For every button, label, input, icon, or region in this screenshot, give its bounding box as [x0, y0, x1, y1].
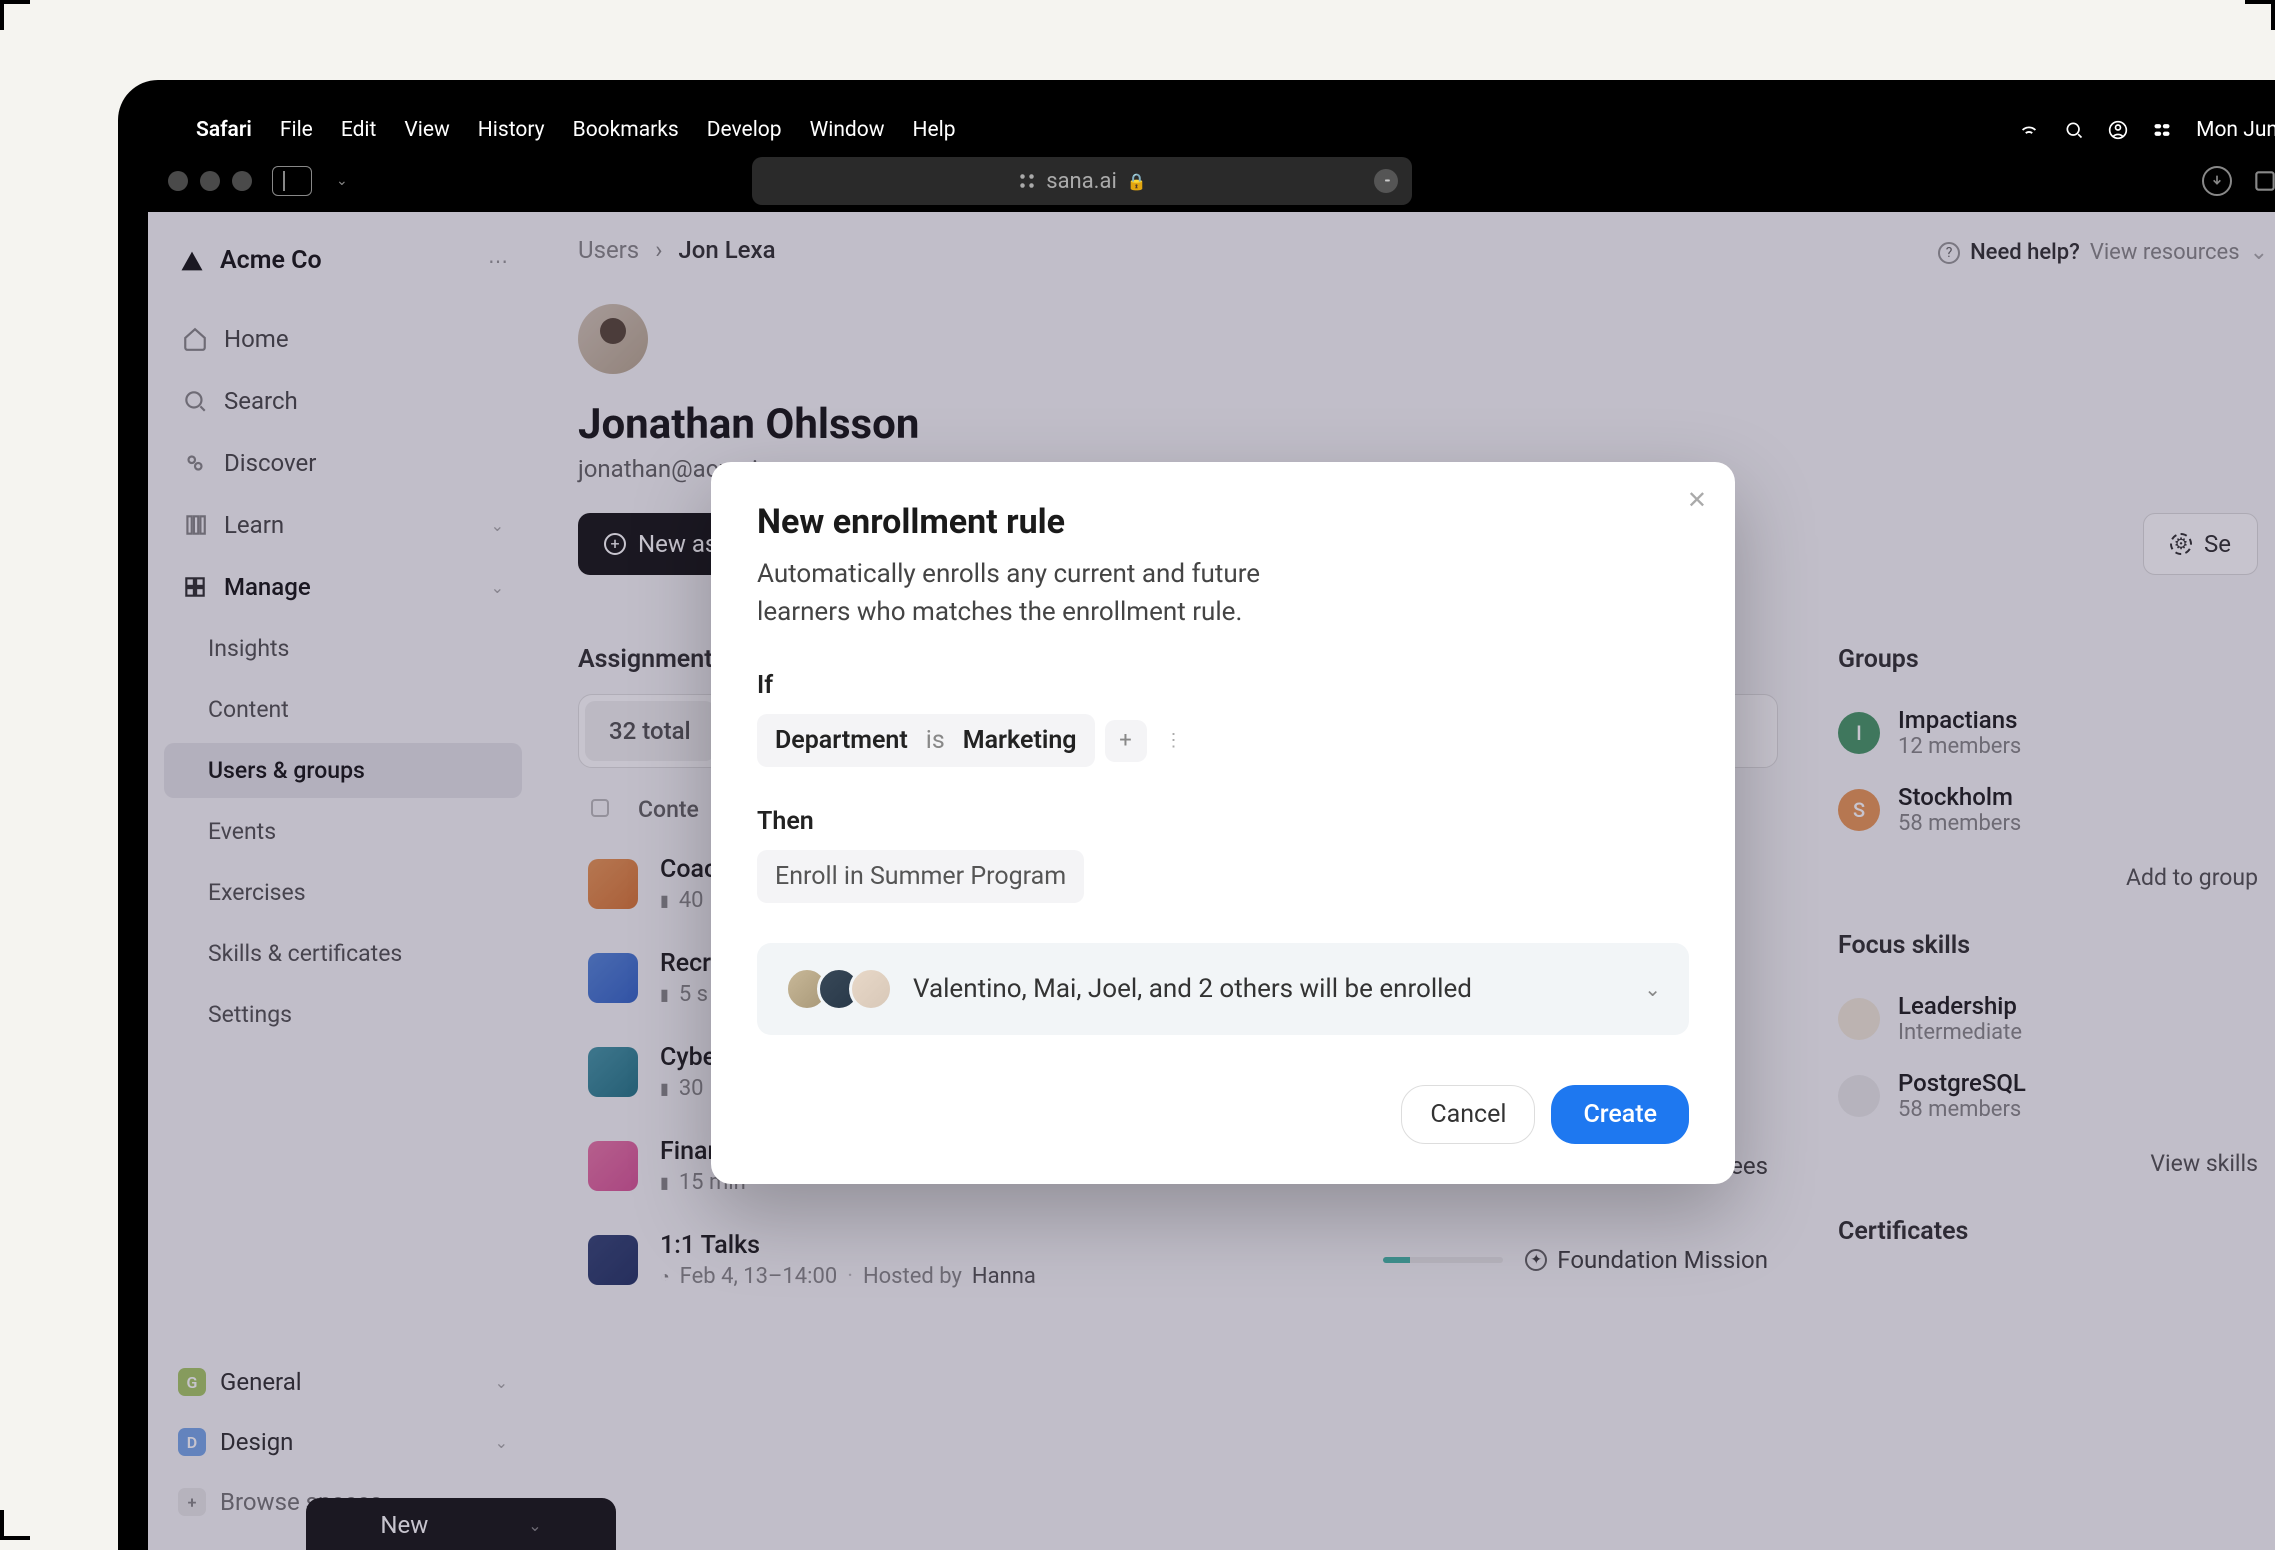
app-viewport: Acme Co ⋯ Home Search Discover [148, 212, 2275, 1550]
page-menu-icon[interactable]: ••• [1374, 169, 1398, 193]
menubar-develop[interactable]: Develop [707, 118, 782, 142]
avatar-stack [785, 967, 893, 1011]
menubar-window[interactable]: Window [810, 118, 885, 142]
action-chip[interactable]: Enroll in Summer Program [757, 850, 1084, 903]
browser-toolbar: ⌄ sana.ai 🔒 ••• [148, 150, 2275, 212]
lock-icon: 🔒 [1127, 172, 1147, 191]
menubar-bookmarks[interactable]: Bookmarks [573, 118, 679, 142]
modal-footer: Cancel Create [757, 1085, 1689, 1144]
modal-description: Automatically enrolls any current and fu… [757, 556, 1357, 631]
close-window-button[interactable] [168, 171, 188, 191]
device-frame: Safari File Edit View History Bookmarks … [118, 80, 2275, 1550]
then-action-section: Then Enroll in Summer Program [757, 807, 1689, 903]
site-settings-icon [1018, 172, 1036, 190]
menubar-help[interactable]: Help [913, 118, 956, 142]
close-button[interactable]: ✕ [1687, 486, 1707, 514]
enrollment-preview[interactable]: Valentino, Mai, Joel, and 2 others will … [757, 943, 1689, 1035]
modal-backdrop[interactable]: ✕ New enrollment rule Automatically enro… [148, 212, 2275, 1550]
control-center-icon[interactable] [2152, 120, 2172, 140]
address-url: sana.ai [1046, 169, 1117, 194]
downloads-icon[interactable] [2202, 166, 2232, 196]
address-bar[interactable]: sana.ai 🔒 ••• [752, 157, 1412, 205]
user-icon[interactable] [2108, 120, 2128, 140]
menubar-edit[interactable]: Edit [341, 118, 377, 142]
menubar-view[interactable]: View [404, 118, 449, 142]
if-condition-section: If Department is Marketing + ⋮ [757, 671, 1689, 767]
wifi-icon[interactable] [2018, 119, 2040, 141]
condition-menu-button[interactable]: ⋮ [1157, 730, 1191, 751]
tabs-icon[interactable] [2252, 168, 2275, 194]
modal-title: New enrollment rule [757, 502, 1689, 542]
sidebar-toggle-button[interactable] [272, 166, 312, 196]
menubar-app-name[interactable]: Safari [196, 118, 252, 142]
menubar-clock[interactable]: Mon Jun [2196, 118, 2275, 142]
condition-chip[interactable]: Department is Marketing [757, 714, 1095, 767]
minimize-window-button[interactable] [200, 171, 220, 191]
chevron-down-icon: ⌄ [1644, 977, 1661, 1001]
maximize-window-button[interactable] [232, 171, 252, 191]
chevron-down-icon[interactable]: ⌄ [336, 173, 348, 189]
cancel-button[interactable]: Cancel [1401, 1085, 1535, 1144]
avatar [849, 967, 893, 1011]
menubar-history[interactable]: History [478, 118, 545, 142]
macos-menubar: Safari File Edit View History Bookmarks … [148, 110, 2275, 150]
add-condition-button[interactable]: + [1105, 720, 1147, 762]
menubar-file[interactable]: File [280, 118, 313, 142]
window-controls [168, 171, 252, 191]
enrollment-rule-modal: ✕ New enrollment rule Automatically enro… [711, 462, 1735, 1184]
create-button[interactable]: Create [1551, 1085, 1689, 1144]
spotlight-icon[interactable] [2064, 120, 2084, 140]
